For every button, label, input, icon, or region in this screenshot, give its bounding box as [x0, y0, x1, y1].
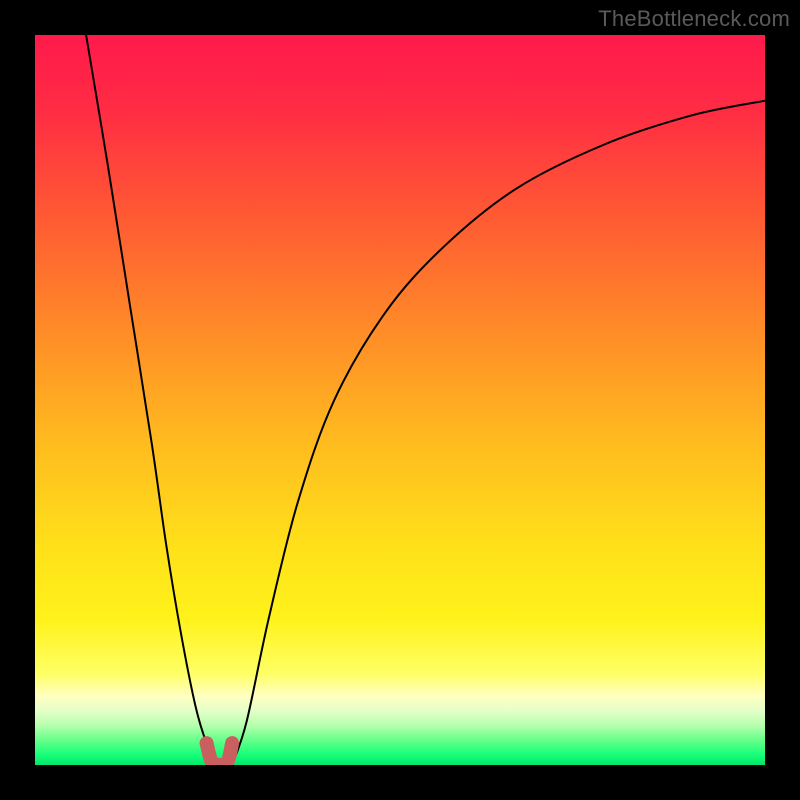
plot-area — [35, 35, 765, 765]
bottleneck-curve-right — [232, 101, 765, 765]
bottleneck-curve-left — [86, 35, 217, 765]
chart-frame: TheBottleneck.com — [0, 0, 800, 800]
watermark-text: TheBottleneck.com — [598, 6, 790, 32]
optimal-marker — [207, 743, 233, 765]
curve-layer — [35, 35, 765, 765]
